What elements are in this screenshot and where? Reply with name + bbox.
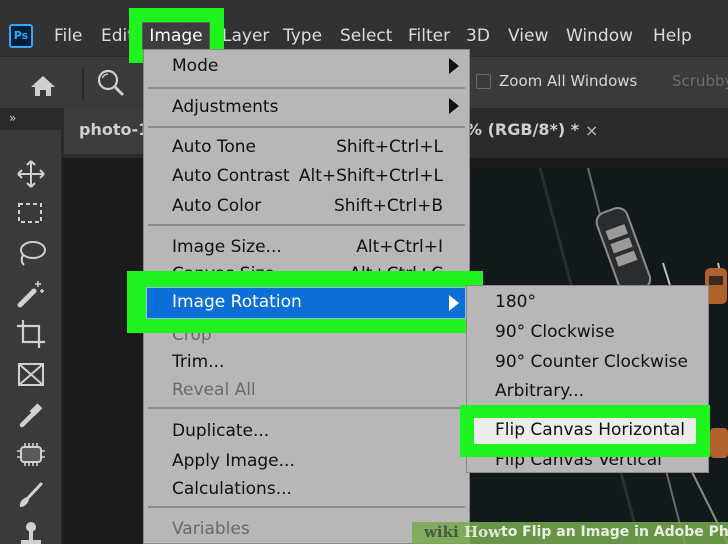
photoshop-logo-icon: Ps bbox=[9, 24, 33, 48]
menu-item-calculations[interactable]: Calculations... bbox=[172, 478, 292, 500]
brush-tool-icon[interactable] bbox=[14, 478, 48, 512]
move-tool-icon[interactable] bbox=[14, 157, 48, 191]
menu-file[interactable]: File bbox=[54, 24, 82, 48]
submenu-arrow-icon bbox=[449, 295, 459, 311]
crop-tool-icon[interactable] bbox=[14, 317, 48, 351]
watermark-how: How bbox=[464, 523, 502, 541]
menu-separator bbox=[148, 224, 465, 226]
healing-tool-icon[interactable] bbox=[14, 438, 48, 472]
panel-collapse-button[interactable]: » bbox=[0, 108, 62, 130]
menu-window[interactable]: Window bbox=[566, 24, 633, 48]
home-icon[interactable] bbox=[29, 74, 57, 98]
submenu-item-arbitrary[interactable]: Arbitrary... bbox=[495, 380, 584, 402]
submenu-arrow-icon bbox=[449, 98, 459, 114]
menu-item-auto-color[interactable]: Auto Color bbox=[172, 195, 261, 217]
zoom-all-windows-checkbox[interactable] bbox=[476, 74, 491, 89]
watermark-caption: to Flip an Image in Adobe Photoshop bbox=[501, 524, 728, 540]
menu-item-image-rotation[interactable]: Image Rotation bbox=[146, 287, 466, 319]
menu-item-image-size[interactable]: Image Size... bbox=[172, 236, 282, 258]
eyedropper-tool-icon[interactable] bbox=[14, 398, 48, 432]
watermark-wiki: wiki bbox=[424, 523, 459, 541]
menu-bar: Ps File Edit Layer Type Select Filter 3D… bbox=[0, 0, 728, 56]
options-separator bbox=[82, 67, 84, 101]
zoom-tool-icon[interactable] bbox=[95, 67, 127, 99]
scrubby-zoom-label[interactable]: Scrubby Zoom bbox=[672, 72, 728, 90]
shortcut-image-size: Alt+Ctrl+I bbox=[356, 237, 443, 257]
magic-wand-tool-icon[interactable] bbox=[14, 277, 48, 311]
menu-layer[interactable]: Layer bbox=[222, 24, 269, 48]
submenu-item-90-ccw[interactable]: 90° Counter Clockwise bbox=[495, 351, 688, 373]
menu-help[interactable]: Help bbox=[653, 24, 692, 48]
menu-item-adjustments[interactable]: Adjustments bbox=[172, 96, 278, 118]
zoom-all-windows-label: Zoom All Windows bbox=[499, 72, 638, 90]
menu-view[interactable]: View bbox=[508, 24, 548, 48]
shortcut-auto-contrast: Alt+Shift+Ctrl+L bbox=[298, 166, 443, 186]
menu-separator bbox=[148, 87, 465, 89]
menu-separator bbox=[148, 506, 465, 508]
menu-select[interactable]: Select bbox=[340, 24, 392, 48]
menu-3d[interactable]: 3D bbox=[466, 24, 490, 48]
menu-item-trim[interactable]: Trim... bbox=[172, 351, 224, 373]
menu-filter[interactable]: Filter bbox=[408, 24, 450, 48]
menu-item-reveal-all[interactable]: Reveal All bbox=[172, 379, 256, 401]
frame-tool-icon[interactable] bbox=[14, 358, 48, 392]
submenu-arrow-icon bbox=[449, 58, 459, 74]
lasso-tool-icon[interactable] bbox=[14, 237, 48, 271]
document-tab-title[interactable]: photo-1 bbox=[79, 120, 149, 139]
document-tab-title-suffix[interactable]: % (RGB/8*) * bbox=[466, 120, 579, 139]
tools-panel bbox=[0, 130, 62, 544]
flip-horizontal-label: Flip Canvas Horizontal bbox=[495, 420, 686, 440]
close-tab-icon[interactable]: × bbox=[585, 121, 598, 140]
image-rotation-label: Image Rotation bbox=[172, 292, 302, 312]
menu-item-apply-image[interactable]: Apply Image... bbox=[172, 450, 295, 472]
shortcut-auto-color: Shift+Ctrl+B bbox=[333, 196, 443, 216]
stamp-tool-icon[interactable] bbox=[14, 518, 48, 544]
menu-image[interactable]: Image bbox=[142, 22, 210, 50]
menu-type[interactable]: Type bbox=[283, 24, 322, 48]
shortcut-auto-tone: Shift+Ctrl+L bbox=[336, 137, 443, 157]
submenu-item-flip-horizontal[interactable]: Flip Canvas Horizontal bbox=[474, 418, 696, 444]
submenu-item-180[interactable]: 180° bbox=[495, 291, 536, 313]
menu-item-auto-contrast[interactable]: Auto Contrast bbox=[172, 165, 290, 187]
menu-item-auto-tone[interactable]: Auto Tone bbox=[172, 136, 256, 158]
menu-separator bbox=[148, 126, 465, 128]
menu-item-mode[interactable]: Mode bbox=[172, 55, 218, 77]
submenu-item-90-cw[interactable]: 90° Clockwise bbox=[495, 321, 615, 343]
wikihow-watermark: wiki How to Flip an Image in Adobe Photo… bbox=[412, 522, 728, 544]
marquee-tool-icon[interactable] bbox=[14, 197, 48, 231]
menu-separator bbox=[148, 407, 465, 409]
menu-item-duplicate[interactable]: Duplicate... bbox=[172, 420, 269, 442]
menu-item-variables[interactable]: Variables bbox=[172, 518, 250, 540]
